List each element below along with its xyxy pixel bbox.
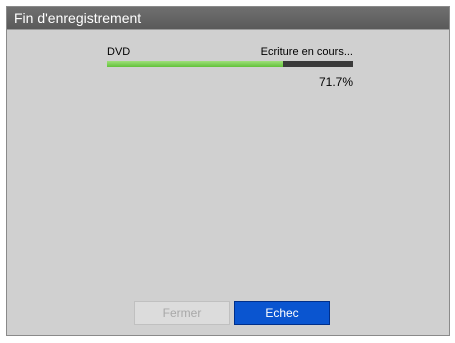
status-text: Ecriture en cours... [260, 46, 353, 58]
progress-percent: 71.7% [318, 75, 353, 89]
progress-section: DVD Ecriture en cours... 71.7% [107, 46, 353, 94]
title-divider [7, 29, 449, 30]
recording-end-dialog: Fin d'enregistrement DVD Ecriture en cou… [6, 6, 450, 336]
dialog-title: Fin d'enregistrement [14, 10, 142, 26]
title-bar: Fin d'enregistrement [7, 7, 449, 29]
fail-button[interactable]: Echec [234, 301, 330, 325]
progress-bar [107, 61, 353, 67]
progress-bar-fill [107, 61, 284, 67]
close-button[interactable]: Fermer [134, 301, 230, 325]
media-label: DVD [107, 46, 131, 58]
